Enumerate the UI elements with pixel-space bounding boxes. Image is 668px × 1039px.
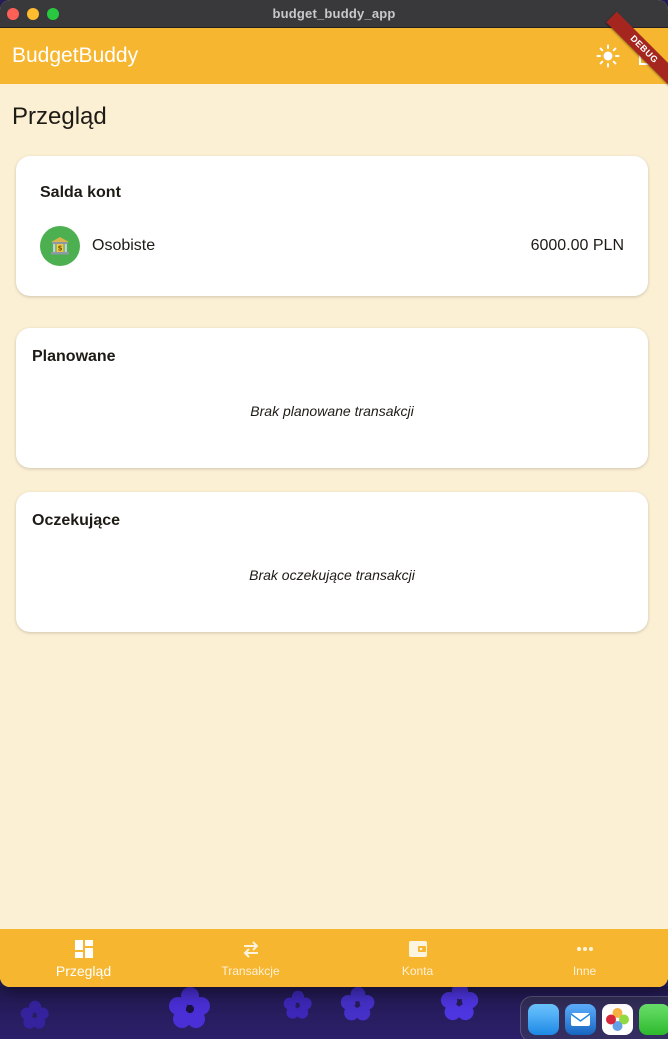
account-row[interactable]: $ Osobiste 6000.00 PLN bbox=[40, 226, 624, 266]
account-balances-card: Salda kont $ Osobiste 6000.00 PLN bbox=[16, 156, 648, 296]
svg-text:$: $ bbox=[58, 245, 63, 253]
account-name: Osobiste bbox=[92, 237, 156, 254]
nav-label: Inne bbox=[572, 964, 597, 978]
nav-item-overview[interactable]: Przegląd bbox=[0, 929, 167, 987]
nav-label: Konta bbox=[401, 964, 434, 978]
window-titlebar: budget_buddy_app bbox=[0, 0, 668, 28]
nav-item-transactions[interactable]: Transakcje bbox=[167, 929, 334, 987]
mail-icon[interactable] bbox=[565, 1003, 596, 1035]
app-window: budget_buddy_app BudgetBuddy DEBUG Przeg… bbox=[0, 0, 668, 987]
maximize-window-button[interactable] bbox=[47, 8, 59, 20]
bank-icon: $ bbox=[40, 226, 80, 266]
planned-heading: Planowane bbox=[32, 348, 116, 365]
flower-decoration bbox=[20, 1000, 49, 1029]
flower-decoration bbox=[340, 986, 375, 1021]
window-title: budget_buddy_app bbox=[272, 6, 396, 21]
dashboard-icon bbox=[74, 940, 93, 958]
window-controls bbox=[7, 8, 59, 20]
sun-icon[interactable] bbox=[596, 44, 620, 68]
macos-dock bbox=[520, 996, 668, 1039]
account-balance: 6000.00 PLN bbox=[530, 237, 624, 254]
minimize-window-button[interactable] bbox=[27, 8, 39, 20]
finder-icon[interactable] bbox=[528, 1003, 559, 1035]
pending-transactions-card: Oczekujące Brak oczekujące transakcji bbox=[16, 492, 648, 632]
flower-decoration bbox=[440, 986, 479, 1021]
pending-empty-message: Brak oczekujące transakcji bbox=[249, 567, 415, 583]
more-icon bbox=[576, 947, 593, 951]
wallet-icon bbox=[408, 941, 427, 957]
nav-label: Transakcje bbox=[221, 964, 280, 978]
account-balances-heading: Salda kont bbox=[40, 184, 121, 201]
bottom-navigation: Przegląd Transakcje Konta Inne bbox=[0, 929, 668, 987]
planned-transactions-card: Planowane Brak planowane transakcji bbox=[16, 328, 648, 468]
swap-icon bbox=[243, 941, 258, 958]
pending-heading: Oczekujące bbox=[32, 512, 121, 529]
nav-label: Przegląd bbox=[55, 963, 112, 979]
photos-icon[interactable] bbox=[602, 1003, 633, 1035]
nav-item-more[interactable]: Inne bbox=[501, 929, 668, 987]
facetime-icon[interactable] bbox=[639, 1003, 668, 1035]
planned-empty-message: Brak planowane transakcji bbox=[250, 403, 414, 419]
flower-decoration bbox=[169, 987, 210, 1028]
app-title: BudgetBuddy bbox=[12, 44, 139, 67]
flower-decoration bbox=[283, 990, 312, 1019]
app-bar: BudgetBuddy DEBUG bbox=[0, 11, 668, 88]
close-window-button[interactable] bbox=[7, 8, 19, 20]
nav-item-accounts[interactable]: Konta bbox=[334, 929, 501, 987]
page-title: Przegląd bbox=[12, 103, 107, 130]
